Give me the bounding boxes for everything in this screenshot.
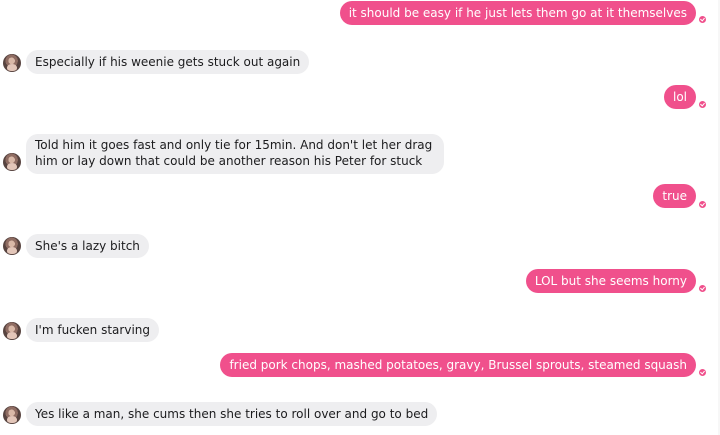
seen-check-icon (699, 285, 706, 292)
seen-check-icon (699, 369, 706, 376)
seen-check-icon (699, 201, 706, 208)
contact-avatar[interactable] (3, 322, 21, 340)
contact-avatar[interactable] (3, 54, 21, 72)
outgoing-message-bubble[interactable]: lol (663, 85, 696, 109)
incoming-message-bubble[interactable]: She's a lazy bitch (26, 234, 149, 258)
contact-avatar[interactable] (3, 153, 21, 171)
incoming-message-bubble[interactable]: Especially if his weenie gets stuck out … (26, 50, 310, 74)
chat-thread: it should be easy if he just lets them g… (0, 0, 720, 435)
contact-avatar[interactable] (3, 406, 21, 424)
seen-check-icon (699, 16, 706, 23)
outgoing-message-bubble[interactable]: fried pork chops, mashed potatoes, gravy… (220, 353, 696, 377)
seen-check-icon (699, 101, 706, 108)
incoming-message-bubble[interactable]: Yes like a man, she cums then she tries … (26, 402, 438, 426)
outgoing-message-bubble[interactable]: true (653, 184, 696, 208)
incoming-message-bubble[interactable]: I'm fucken starving (26, 318, 159, 342)
outgoing-message-bubble[interactable]: it should be easy if he just lets them g… (339, 1, 696, 25)
outgoing-message-bubble[interactable]: LOL but she seems horny (525, 269, 696, 293)
incoming-message-bubble[interactable]: Told him it goes fast and only tie for 1… (26, 134, 444, 174)
contact-avatar[interactable] (3, 237, 21, 255)
